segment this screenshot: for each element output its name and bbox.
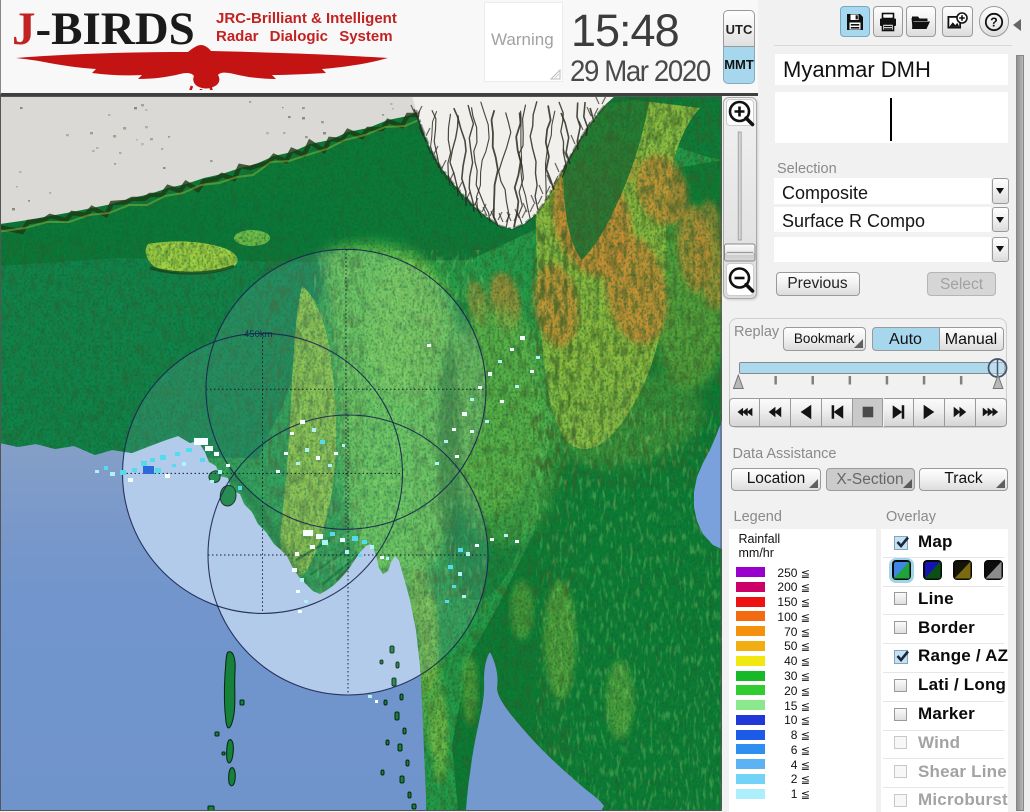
svg-text:450km: 450km	[244, 329, 273, 340]
svg-text:?: ?	[990, 15, 998, 29]
